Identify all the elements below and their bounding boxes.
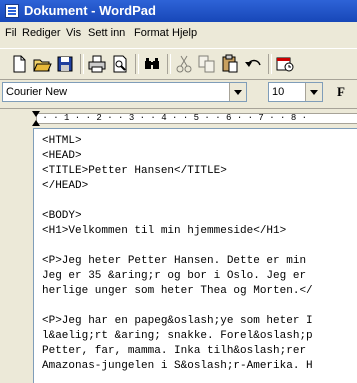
undo-icon[interactable] xyxy=(242,53,264,75)
new-icon[interactable] xyxy=(8,53,30,75)
print-preview-icon[interactable] xyxy=(109,53,131,75)
menu-format[interactable]: Format xyxy=(134,27,169,39)
font-size-select[interactable]: 10 xyxy=(268,82,323,102)
save-icon[interactable] xyxy=(54,53,76,75)
paste-icon[interactable] xyxy=(219,53,241,75)
window-title: Dokument - WordPad xyxy=(24,3,156,18)
bold-button[interactable]: F xyxy=(330,82,352,102)
left-indent-marker[interactable] xyxy=(32,120,40,126)
text-line: <TITLE>Petter Hansen</TITLE> xyxy=(42,165,227,177)
find-icon[interactable] xyxy=(141,53,163,75)
text-line: <H1>Velkommen til min hjemmeside</H1> xyxy=(42,225,287,237)
date-time-icon[interactable] xyxy=(274,53,296,75)
text-line: <HEAD> xyxy=(42,150,82,162)
text-line: Jeg er 35 &aring;r og bor i Oslo. Jeg er xyxy=(42,270,307,282)
print-icon[interactable] xyxy=(86,53,108,75)
title-bar[interactable]: Dokument - WordPad xyxy=(0,0,357,22)
text-line: <P>Jeg har en papeg&oslash;ye som heter … xyxy=(42,315,313,327)
document-editor[interactable]: <HTML> <HEAD> <TITLE>Petter Hansen</TITL… xyxy=(33,128,357,383)
text-line: <P>Jeg heter Petter Hansen. Dette er min xyxy=(42,255,307,267)
menu-fil[interactable]: Fil xyxy=(5,27,17,39)
text-line: <BODY> xyxy=(42,210,82,222)
first-line-indent-marker[interactable] xyxy=(32,111,40,117)
text-line: herlige unger som heter Thea og Morten.<… xyxy=(42,285,313,297)
text-line: Amazonas-jungelen i S&oslash;r-Amerika. … xyxy=(42,360,313,372)
size-dropdown-icon[interactable] xyxy=(305,83,322,101)
format-bar: Courier New 10 xyxy=(0,80,357,106)
menu-rediger[interactable]: Rediger xyxy=(22,27,61,39)
open-icon[interactable] xyxy=(31,53,53,75)
text-line: </HEAD> xyxy=(42,180,89,192)
cut-icon[interactable] xyxy=(173,53,195,75)
menu-bar: Fil Rediger Vis Sett inn Format Hjelp xyxy=(0,24,357,44)
text-line: l&aelig;rt &aring; snakke. Forel&oslash;… xyxy=(42,330,313,342)
font-value: Courier New xyxy=(6,86,68,98)
text-line: Petter, far, mamma. Inka tilh&oslash;rer xyxy=(42,345,307,357)
text-line: <HTML> xyxy=(42,135,82,147)
menu-hjelp[interactable]: Hjelp xyxy=(172,27,197,39)
font-size-value: 10 xyxy=(272,86,285,98)
copy-icon[interactable] xyxy=(196,53,218,75)
wordpad-app-icon[interactable] xyxy=(5,4,19,18)
font-select[interactable]: Courier New xyxy=(2,82,247,102)
wordpad-window: Dokument - WordPad Fil Rediger Vis Sett … xyxy=(0,0,357,383)
menu-vis[interactable]: Vis xyxy=(66,27,81,39)
standard-toolbar xyxy=(0,48,357,80)
ruler-scale: · · 1 · · 2 · · 3 · · 4 · · 5 · · 6 · · … xyxy=(36,113,357,124)
ruler[interactable]: · · 1 · · 2 · · 3 · · 4 · · 5 · · 6 · · … xyxy=(0,108,357,127)
menu-sett-inn[interactable]: Sett inn xyxy=(88,27,125,39)
font-dropdown-icon[interactable] xyxy=(229,83,246,101)
